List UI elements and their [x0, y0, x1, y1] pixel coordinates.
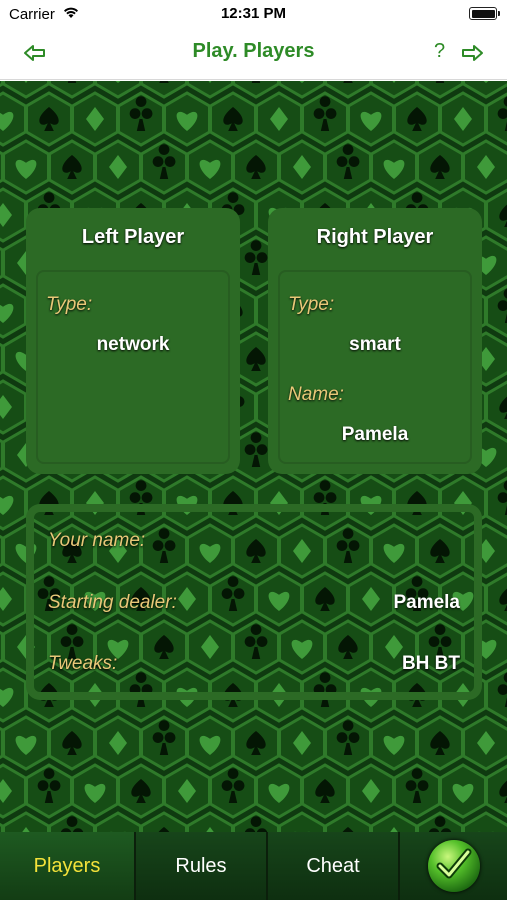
checkmark-icon [427, 840, 480, 892]
bottom-tab-bar: Players Rules Cheat [0, 832, 507, 900]
right-player-panel[interactable]: Right Player Type: smart Name: Pamela [268, 208, 482, 474]
start-game-button[interactable] [400, 832, 507, 900]
tweaks-value[interactable]: BH BT [402, 653, 460, 675]
left-player-panel[interactable]: Left Player Type: network [26, 208, 240, 474]
tab-players[interactable]: Players [0, 832, 136, 900]
left-type-value: network [96, 334, 170, 355]
starting-dealer-value[interactable]: Pamela [393, 592, 460, 614]
starting-dealer-label[interactable]: Starting dealer: [48, 592, 177, 614]
your-name-label[interactable]: Your name: [48, 530, 145, 552]
right-name-value: Pamela [341, 424, 409, 445]
tweaks-label[interactable]: Tweaks: [48, 653, 117, 675]
tab-rules[interactable]: Rules [136, 832, 268, 900]
clock: 12:31 PM [220, 5, 287, 22]
battery-icon [469, 7, 500, 20]
navigation-bar: Play. Players ? [0, 30, 507, 80]
left-type-label: Type: [46, 294, 93, 315]
forward-arrow-icon[interactable] [459, 42, 485, 64]
tab-cheat[interactable]: Cheat [268, 832, 400, 900]
right-player-title: Right Player [316, 226, 434, 248]
right-type-value: smart [349, 334, 401, 355]
main-area: Left Player Type: network Right Player T… [0, 81, 507, 832]
status-bar: Carrier 12:31 PM [0, 0, 507, 30]
help-button[interactable]: ? [434, 40, 445, 63]
right-name-label: Name: [288, 384, 344, 405]
page-title: Play. Players [192, 40, 315, 62]
left-player-title: Left Player [81, 226, 185, 248]
right-type-label: Type: [288, 294, 335, 315]
game-settings-panel: Your name: Starting dealer: Pamela Tweak… [26, 504, 482, 700]
